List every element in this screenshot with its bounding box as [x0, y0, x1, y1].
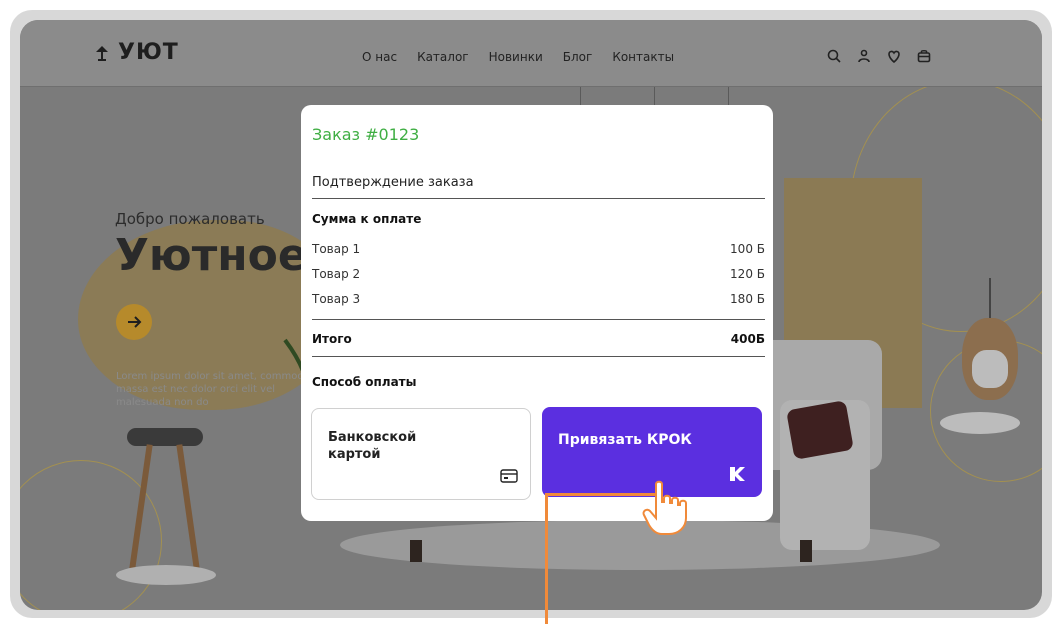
chair-cushion: [972, 350, 1008, 388]
card-button-label: Банковской картой: [328, 430, 417, 462]
confirmation-heading: Подтверждение заказа: [312, 175, 474, 190]
item-price: 180 Б: [730, 292, 765, 306]
total-value: 400Б: [730, 332, 765, 346]
main-nav: О нас Каталог Новинки Блог Контакты: [362, 50, 674, 64]
nav-item-about[interactable]: О нас: [362, 50, 397, 64]
item-name: Товар 2: [312, 267, 361, 281]
chair-base: [940, 412, 1020, 434]
lamp-icon: [96, 45, 108, 61]
item-price: 120 Б: [730, 267, 765, 281]
logo-text: УЮТ: [118, 40, 179, 65]
krok-logo-icon: [730, 467, 745, 481]
nav-item-contacts[interactable]: Контакты: [612, 50, 674, 64]
order-total: Итого 400Б: [312, 332, 765, 346]
site-logo[interactable]: УЮТ: [92, 40, 179, 65]
search-icon[interactable]: [826, 48, 842, 64]
hero-welcome: Добро пожаловать: [115, 210, 265, 228]
hero-arrow-button[interactable]: [116, 304, 152, 340]
divider: [312, 356, 765, 357]
order-modal: Заказ #0123 Подтверждение заказа Сумма к…: [301, 105, 773, 521]
divider: [312, 319, 765, 320]
sum-heading: Сумма к оплате: [312, 212, 422, 226]
nav-item-new[interactable]: Новинки: [489, 50, 543, 64]
krok-button-label: Привязать КРОК: [558, 432, 692, 448]
divider: [312, 198, 765, 199]
sofa-leg: [410, 540, 422, 562]
credit-card-icon: [500, 469, 518, 483]
arrow-right-icon: [128, 316, 142, 328]
item-name: Товар 3: [312, 292, 361, 306]
stool-seat: [127, 428, 203, 446]
chair-rope: [989, 278, 991, 318]
bag-icon[interactable]: [916, 48, 932, 64]
hand-cursor-icon: [642, 480, 687, 535]
order-item: Товар 2 120 Б: [312, 267, 765, 281]
header-icons: [826, 48, 932, 64]
callout-line: [545, 493, 657, 496]
total-label: Итого: [312, 332, 352, 346]
sofa-pillow: [786, 400, 854, 460]
hero-headline: Уютное: [115, 230, 308, 281]
order-item: Товар 3 180 Б: [312, 292, 765, 306]
order-title: Заказ #0123: [312, 125, 420, 144]
top-navigation: УЮТ О нас Каталог Новинки Блог Контакты: [20, 20, 1042, 87]
stool-leg: [176, 444, 200, 569]
callout-line: [545, 495, 548, 624]
heart-icon[interactable]: [886, 48, 902, 64]
payment-method-heading: Способ оплаты: [312, 375, 417, 389]
stool-shadow: [116, 565, 216, 585]
user-icon[interactable]: [856, 48, 872, 64]
item-price: 100 Б: [730, 242, 765, 256]
sofa-leg: [800, 540, 812, 562]
nav-item-blog[interactable]: Блог: [563, 50, 593, 64]
nav-item-catalog[interactable]: Каталог: [417, 50, 469, 64]
item-name: Товар 1: [312, 242, 361, 256]
pay-by-card-button[interactable]: Банковской картой: [311, 408, 531, 500]
order-item: Товар 1 100 Б: [312, 242, 765, 256]
